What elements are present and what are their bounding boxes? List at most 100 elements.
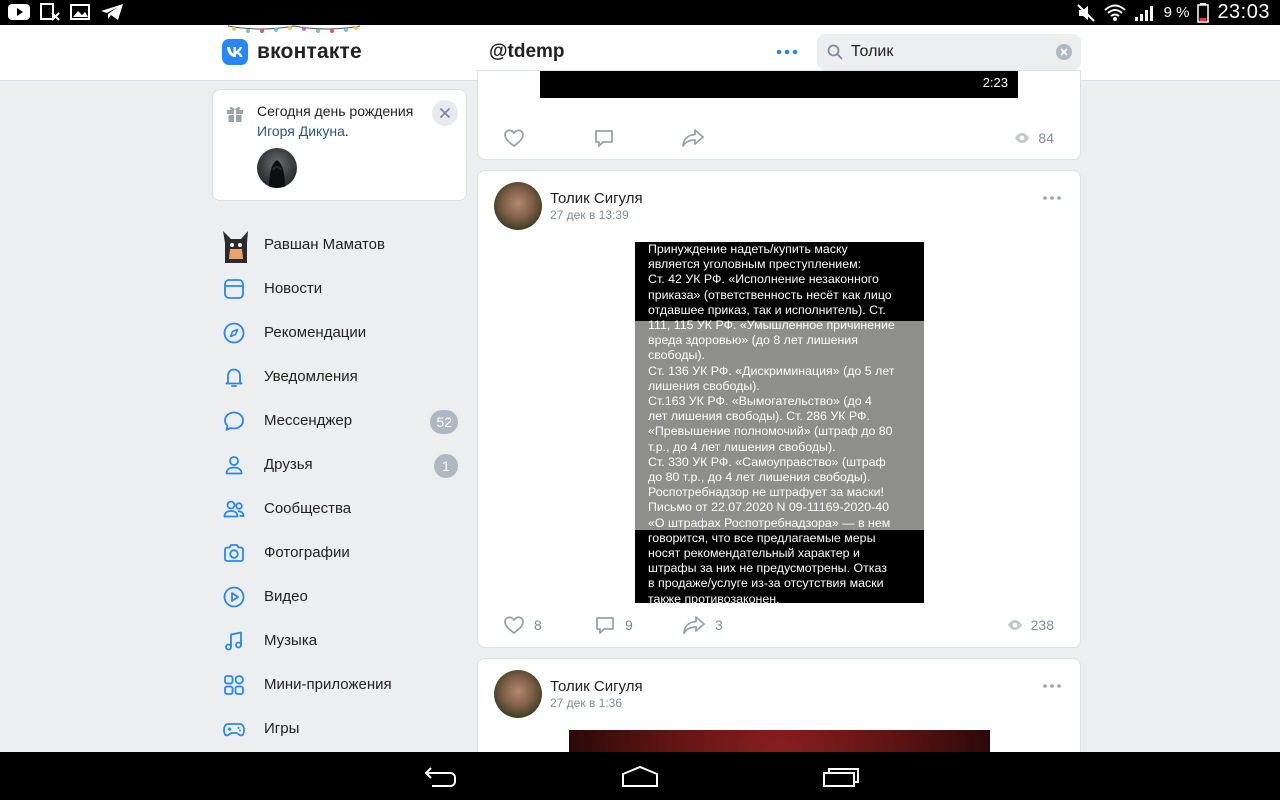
post-date[interactable]: 27 дек в 13:39 bbox=[550, 208, 629, 222]
post-author[interactable]: Толик Сигуля bbox=[550, 678, 643, 695]
people-icon bbox=[223, 500, 245, 518]
search-icon bbox=[827, 44, 843, 60]
post-author[interactable]: Толик Сигуля bbox=[550, 190, 643, 207]
search-box[interactable] bbox=[817, 34, 1081, 70]
comments-count: 9 bbox=[625, 617, 633, 633]
birthday-widget: Сегодня день рождения Игоря Дикуна. bbox=[212, 89, 467, 201]
sidebar-item-label: Рекомендации bbox=[264, 324, 367, 341]
sidebar-item-music[interactable]: Музыка bbox=[212, 619, 467, 663]
sidebar-nav: Равшан Маматов Новости Рекомендации Увед… bbox=[212, 223, 467, 751]
home-icon[interactable] bbox=[621, 764, 659, 790]
post-image-text: Принуждение надеть/купить маску является… bbox=[648, 242, 895, 603]
vk-logo-icon bbox=[222, 39, 248, 65]
grid-icon bbox=[224, 675, 244, 695]
sidebar-item-games[interactable]: Игры bbox=[212, 707, 467, 751]
share-button[interactable]: 3 bbox=[681, 610, 723, 640]
page-title: @tdemp bbox=[489, 41, 565, 62]
post-actions: 84 bbox=[478, 123, 1080, 153]
like-button[interactable]: 8 bbox=[502, 610, 542, 640]
battery-icon bbox=[1197, 2, 1210, 23]
sidebar-item-label: Фотографии bbox=[264, 544, 350, 561]
sidebar-item-messenger[interactable]: Мессенджер 52 bbox=[212, 399, 467, 443]
mute-icon bbox=[1076, 3, 1095, 22]
close-icon bbox=[440, 108, 450, 118]
sidebar-item-photos[interactable]: Фотографии bbox=[212, 531, 467, 575]
video-duration: 2:23 bbox=[982, 75, 1008, 90]
gamepad-icon bbox=[223, 723, 245, 737]
camera-icon bbox=[224, 544, 244, 562]
views-counter: 238 bbox=[1007, 610, 1054, 640]
share-icon bbox=[682, 129, 704, 147]
sidebar-item-recommendations[interactable]: Рекомендации bbox=[212, 311, 467, 355]
music-icon bbox=[225, 631, 242, 651]
telegram-icon bbox=[101, 4, 123, 20]
vk-logo[interactable]: вконтакте bbox=[222, 39, 362, 65]
author-avatar[interactable] bbox=[494, 670, 542, 718]
person-icon bbox=[225, 456, 243, 475]
bell-icon bbox=[225, 368, 243, 387]
sidebar-item-label: Друзья bbox=[264, 456, 313, 473]
sidebar-item-notifications[interactable]: Уведомления bbox=[212, 355, 467, 399]
gallery-icon bbox=[70, 4, 90, 20]
views-count: 238 bbox=[1030, 617, 1054, 633]
birthday-suffix: . bbox=[344, 123, 349, 139]
compass-icon bbox=[223, 322, 245, 344]
youtube-icon bbox=[8, 4, 30, 20]
sidebar-item-label: Музыка bbox=[264, 632, 318, 649]
blocked-doc-icon bbox=[40, 3, 60, 21]
more-dots-icon[interactable] bbox=[776, 43, 798, 61]
video-player[interactable]: 2:23 bbox=[540, 71, 1018, 98]
post-image[interactable]: Принуждение надеть/купить маску является… bbox=[635, 242, 924, 603]
clock: 23:03 bbox=[1217, 1, 1270, 23]
like-button[interactable] bbox=[502, 123, 526, 153]
friends-count-badge: 1 bbox=[434, 454, 458, 478]
android-nav-bar bbox=[0, 752, 1280, 800]
eye-icon bbox=[1015, 133, 1030, 143]
heart-icon bbox=[504, 129, 524, 147]
close-birthday-button[interactable] bbox=[432, 100, 458, 126]
views-count: 84 bbox=[1038, 130, 1054, 146]
sidebar-item-mini-apps[interactable]: Мини-приложения bbox=[212, 663, 467, 707]
sidebar-item-label: Видео bbox=[264, 588, 308, 605]
signal-icon bbox=[1134, 5, 1153, 21]
android-status-bar: 9 % 23:03 bbox=[0, 0, 1280, 25]
share-button[interactable] bbox=[680, 123, 706, 153]
likes-count: 8 bbox=[534, 617, 542, 633]
gift-icon bbox=[227, 106, 243, 122]
heart-icon bbox=[504, 616, 524, 634]
recent-apps-icon[interactable] bbox=[822, 764, 860, 790]
search-input[interactable] bbox=[851, 34, 1051, 70]
comment-button[interactable] bbox=[592, 123, 616, 153]
sidebar-item-communities[interactable]: Сообщества bbox=[212, 487, 467, 531]
sidebar-item-video[interactable]: Видео bbox=[212, 575, 467, 619]
post-options-icon[interactable] bbox=[1043, 682, 1061, 690]
video-post-card: 2:23 84 bbox=[477, 70, 1081, 160]
birthday-label: Сегодня день рождения bbox=[257, 103, 414, 119]
views-counter: 84 bbox=[1014, 123, 1054, 153]
system-indicators: 9 % 23:03 bbox=[1076, 0, 1270, 25]
notification-icons bbox=[8, 3, 124, 21]
post-actions: 8 9 3 238 bbox=[478, 610, 1080, 640]
comment-icon bbox=[595, 130, 613, 147]
garland-decoration bbox=[228, 25, 360, 33]
post-options-icon[interactable] bbox=[1043, 194, 1061, 202]
sidebar-item-label: Новости bbox=[264, 280, 323, 297]
sidebar-item-news[interactable]: Новости bbox=[212, 267, 467, 311]
birthday-person-avatar[interactable] bbox=[257, 148, 297, 188]
post-date[interactable]: 27 дек в 1:36 bbox=[550, 696, 622, 710]
hooded-figure-image bbox=[269, 160, 285, 188]
sidebar-item-friends[interactable]: Друзья 1 bbox=[212, 443, 467, 487]
birthday-text: Сегодня день рождения Игоря Дикуна. bbox=[257, 101, 437, 141]
back-icon[interactable] bbox=[422, 764, 458, 790]
message-icon bbox=[224, 411, 244, 431]
sidebar-item-label: Сообщества bbox=[264, 500, 352, 517]
author-avatar[interactable] bbox=[494, 182, 542, 230]
birthday-person-link[interactable]: Игоря Дикуна bbox=[257, 123, 345, 139]
sidebar-item-label: Равшан Маматов bbox=[264, 236, 385, 253]
sidebar-item-label: Мини-приложения bbox=[264, 676, 392, 693]
clear-search-icon[interactable] bbox=[1056, 44, 1072, 60]
comment-button[interactable]: 9 bbox=[593, 610, 633, 640]
play-icon bbox=[223, 586, 245, 608]
sidebar-item-profile[interactable]: Равшан Маматов bbox=[212, 223, 467, 267]
vk-letters-icon bbox=[227, 47, 243, 57]
